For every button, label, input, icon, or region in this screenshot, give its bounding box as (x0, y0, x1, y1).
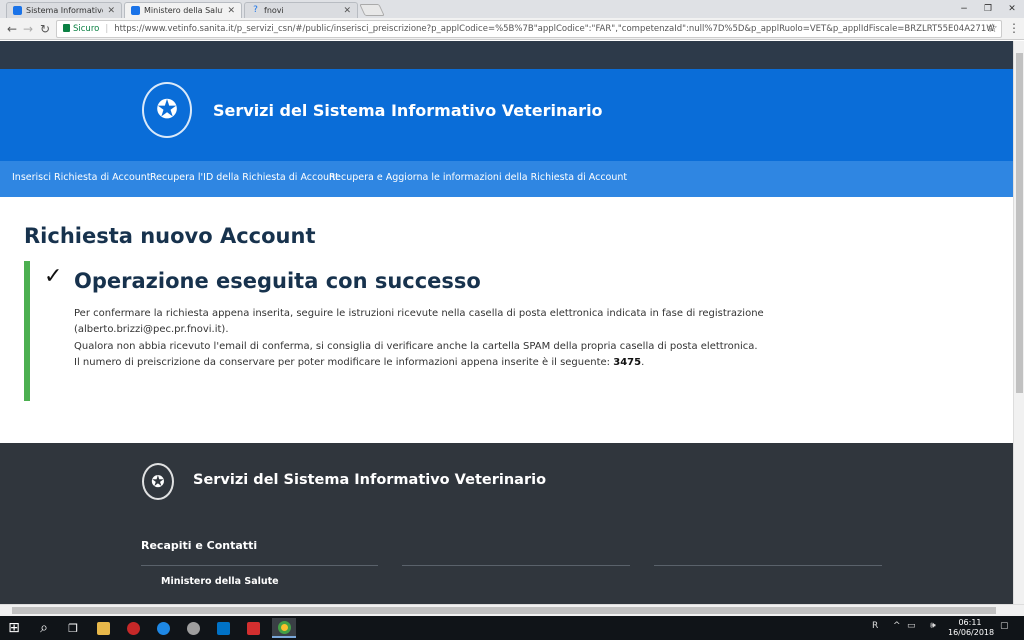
site-title[interactable]: Servizi del Sistema Informativo Veterina… (213, 101, 603, 120)
people-icon[interactable]: R (872, 621, 878, 631)
browser-tab-fnovi[interactable]: ? fnovi ✕ (244, 2, 358, 18)
footer-divider (654, 565, 882, 566)
number-prefix: Il numero di preiscrizione da conservare… (74, 357, 614, 368)
nav-recupera-id[interactable]: Recupera l'ID della Richiesta di Account (150, 172, 339, 183)
minimize-button[interactable]: − (952, 0, 976, 18)
footer-divider (402, 565, 630, 566)
forward-arrow-icon[interactable]: → (20, 21, 36, 37)
alert-message-line: Qualora non abbia ricevuto l'email di co… (74, 341, 758, 352)
tray-chevron-icon[interactable]: ^ (893, 621, 901, 631)
browser-tab-strip: Sistema Informativo Vete ✕ Ministero del… (0, 0, 1024, 18)
taskbar-clock[interactable]: 06:11 16/06/2018 (948, 618, 995, 638)
back-arrow-icon[interactable]: ← (4, 21, 20, 37)
secure-label: Sicuro (73, 24, 100, 34)
acrobat-reader-icon[interactable] (243, 618, 263, 638)
preiscrizione-number: 3475 (613, 357, 642, 368)
nav-recupera-aggiorna[interactable]: Recupera e Aggiorna le informazioni dell… (329, 172, 627, 183)
page-viewport: ✪ Servizi del Sistema Informativo Veteri… (0, 41, 1013, 604)
sub-navigation: Inserisci Richiesta di Account Recupera … (0, 161, 1013, 197)
lock-icon (63, 24, 70, 32)
alert-message-email: (alberto.brizzi@pec.pr.fnovi.it). (74, 324, 229, 335)
alert-message-line: Per confermare la richiesta appena inser… (74, 308, 764, 319)
network-icon[interactable]: ▭ (907, 621, 916, 631)
app-red-icon[interactable] (123, 618, 143, 638)
file-explorer-icon[interactable] (93, 618, 113, 638)
site-footer: ✪ Servizi del Sistema Informativo Veteri… (0, 443, 1013, 604)
outlook-icon[interactable] (213, 618, 233, 638)
top-slim-header (0, 41, 1013, 69)
italian-republic-emblem-icon: ✪ (142, 463, 174, 500)
italian-republic-emblem-icon: ✪ (142, 82, 192, 138)
vertical-scrollbar[interactable] (1013, 41, 1024, 604)
tab-label: fnovi (264, 6, 284, 15)
site-header: ✪ Servizi del Sistema Informativo Veteri… (0, 69, 1013, 161)
close-window-button[interactable]: ✕ (1000, 0, 1024, 18)
alert-message-number-line: Il numero di preiscrizione da conservare… (74, 357, 644, 368)
app-blue-icon[interactable] (153, 618, 173, 638)
new-tab-button[interactable] (359, 4, 385, 16)
nav-inserisci-richiesta[interactable]: Inserisci Richiesta di Account (12, 172, 151, 183)
tab-close-icon[interactable]: ✕ (107, 6, 115, 16)
site-favicon-icon (131, 6, 140, 15)
horizontal-scrollbar[interactable] (0, 604, 1024, 616)
checkmark-icon: ✓ (44, 264, 63, 289)
chrome-icon[interactable] (272, 618, 296, 638)
tab-close-icon[interactable]: ✕ (343, 6, 351, 16)
footer-heading: Recapiti e Contatti (141, 539, 258, 552)
number-suffix: . (641, 357, 645, 368)
reload-icon[interactable]: ↻ (37, 21, 53, 37)
tab-label: Sistema Informativo Vete (26, 6, 104, 15)
tab-close-icon[interactable]: ✕ (227, 6, 235, 16)
browser-tab-sistema-informativo[interactable]: Sistema Informativo Vete ✕ (6, 2, 122, 18)
page-favicon-icon: ? (253, 5, 258, 15)
site-favicon-icon (13, 6, 22, 15)
tab-label: Ministero della Salute (144, 6, 224, 15)
bookmark-star-icon[interactable]: ☆ (987, 21, 998, 35)
start-windows-icon[interactable]: ⊞ (4, 618, 24, 638)
volume-icon[interactable]: 🕪 (930, 621, 936, 631)
browser-tab-ministero-salute[interactable]: Ministero della Salute ✕ (124, 2, 242, 18)
footer-subheading: Ministero della Salute (161, 576, 279, 587)
windows-taskbar: ⊞ ⌕ ❐ R ^ ▭ 🕪 06:11 16/06/2018 ▢ (0, 616, 1024, 640)
app-grey-icon[interactable] (183, 618, 203, 638)
browser-toolbar: ← → ↻ Sicuro | https://www.vetinfo.sanita.… (0, 18, 1024, 40)
footer-divider (141, 565, 378, 566)
clock-time: 06:11 (958, 618, 982, 627)
vertical-scroll-thumb[interactable] (1016, 53, 1023, 393)
search-icon[interactable]: ⌕ (34, 618, 54, 638)
alert-title: Operazione eseguita con successo (74, 269, 481, 293)
task-view-icon[interactable]: ❐ (63, 618, 83, 638)
url-text[interactable]: https://www.vetinfo.sanita.it/p_servizi_… (114, 24, 994, 34)
separator: | (105, 24, 109, 34)
maximize-button[interactable]: ❐ (976, 0, 1000, 18)
browser-menu-icon[interactable]: ⋮ (1008, 21, 1020, 35)
footer-title: Servizi del Sistema Informativo Veterina… (193, 472, 547, 488)
address-bar[interactable]: Sicuro | https://www.vetinfo.sanita.it/p_s… (56, 20, 1002, 38)
clock-date: 16/06/2018 (948, 628, 995, 637)
horizontal-scroll-thumb[interactable] (12, 607, 996, 614)
notification-center-icon[interactable]: ▢ (1000, 621, 1009, 631)
page-title: Richiesta nuovo Account (24, 224, 316, 248)
success-alert: ✓ Operazione eseguita con successo Per c… (24, 261, 984, 401)
